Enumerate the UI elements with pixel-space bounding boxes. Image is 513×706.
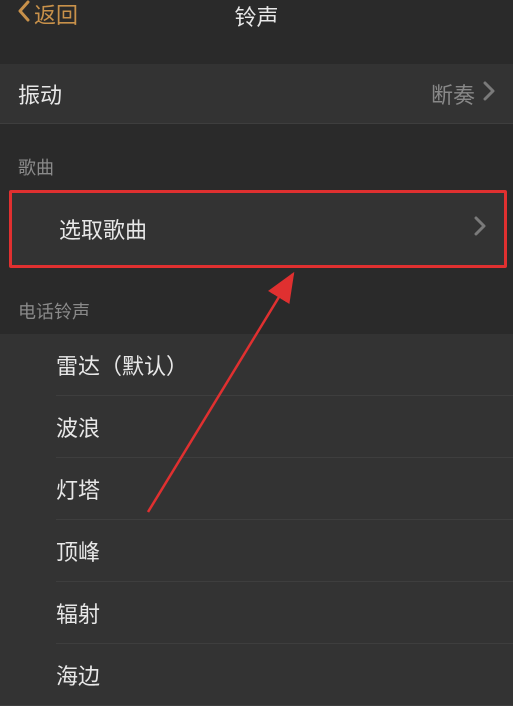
ringtone-item[interactable]: 辐射: [0, 582, 513, 644]
page-title: 铃声: [234, 0, 278, 32]
ringtone-item-label: 辐射: [56, 597, 495, 629]
section-header-ringtones: 电话铃声: [0, 268, 513, 334]
pick-song-row[interactable]: 选取歌曲: [12, 193, 504, 265]
vibration-value: 断奏: [431, 78, 475, 110]
ringtone-item-label: 顶峰: [56, 535, 495, 567]
ringtone-list: 雷达（默认） 波浪 灯塔 顶峰 辐射 海边: [0, 334, 513, 706]
ringtone-item[interactable]: 顶峰: [0, 520, 513, 582]
spacer: [0, 42, 513, 64]
ringtone-item[interactable]: 海边: [0, 644, 513, 706]
back-label: 返回: [34, 0, 78, 30]
section-header-song: 歌曲: [0, 124, 513, 190]
ringtone-item[interactable]: 波浪: [0, 396, 513, 458]
ringtone-item[interactable]: 雷达（默认）: [0, 334, 513, 396]
pick-song-label: 选取歌曲: [59, 213, 474, 245]
ringtone-item-label: 雷达（默认）: [56, 349, 495, 381]
vibration-row[interactable]: 振动 断奏: [0, 64, 513, 124]
header: 返回 铃声: [0, 0, 513, 42]
chevron-right-icon: [474, 216, 486, 242]
ringtone-item[interactable]: 灯塔: [0, 458, 513, 520]
highlight-annotation: 选取歌曲: [9, 190, 507, 268]
chevron-right-icon: [483, 81, 495, 107]
ringtone-item-label: 灯塔: [56, 473, 495, 505]
ringtone-item-label: 海边: [56, 659, 495, 691]
back-button[interactable]: 返回: [16, 0, 78, 28]
vibration-label: 振动: [18, 78, 431, 110]
chevron-left-icon: [16, 0, 32, 29]
ringtone-item-label: 波浪: [56, 411, 495, 443]
